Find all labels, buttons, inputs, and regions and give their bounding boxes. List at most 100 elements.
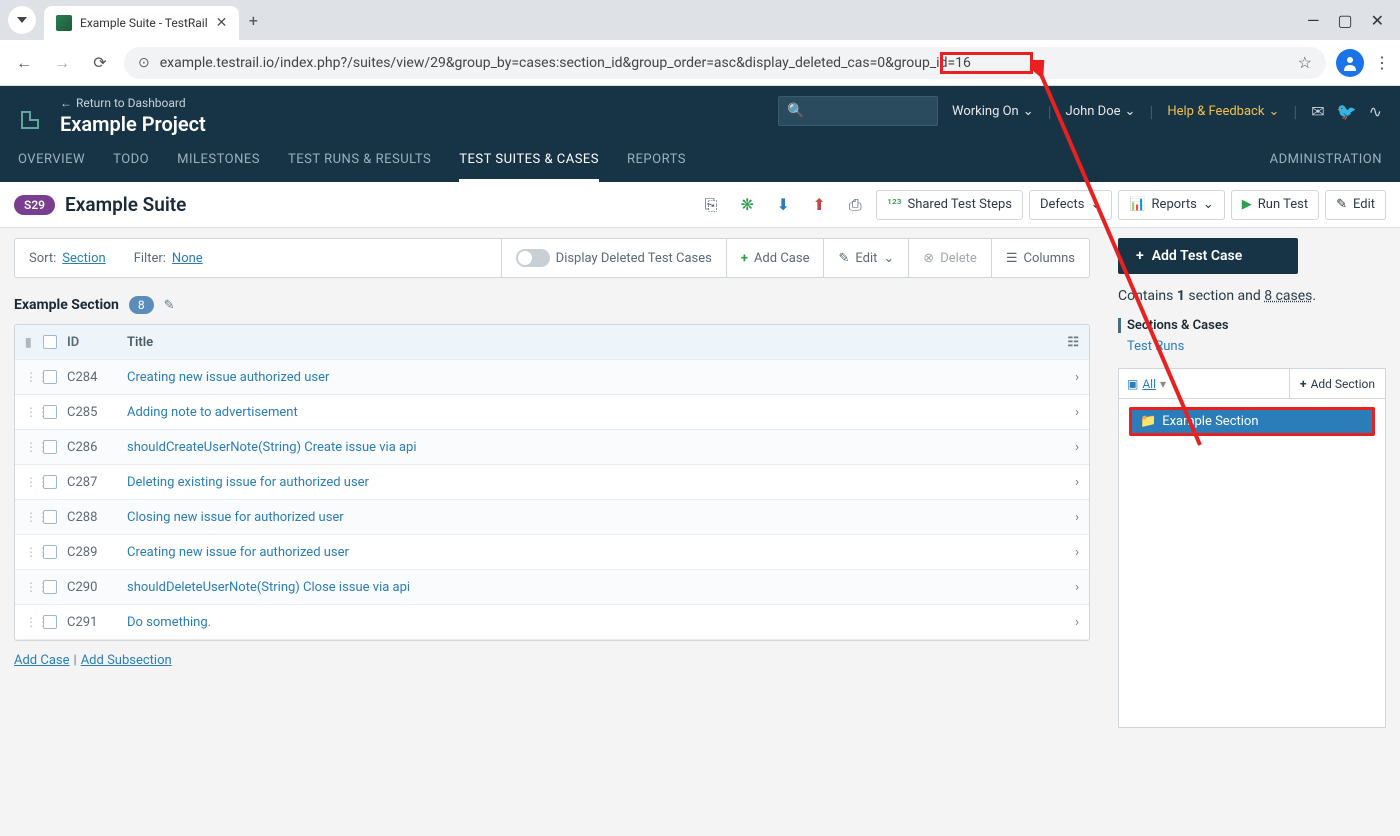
row-chevron-icon[interactable]: › (1059, 545, 1079, 560)
case-title-link[interactable]: Deleting existing issue for authorized u… (127, 475, 1049, 490)
all-sections-link[interactable]: All (1142, 377, 1156, 391)
return-dashboard-link[interactable]: ← Return to Dashboard (60, 96, 206, 110)
row-checkbox[interactable] (43, 510, 57, 524)
columns-action[interactable]: ☰ Columns (991, 239, 1089, 277)
sidebar-tab-sections[interactable]: Sections & Cases (1118, 318, 1386, 333)
table-row[interactable]: ⋮⋮C286shouldCreateUserNote(String) Creat… (15, 430, 1089, 465)
copy-icon[interactable]: ⎘ (696, 190, 726, 220)
edit-section-icon[interactable]: ✎ (164, 298, 175, 313)
back-button[interactable]: ← (10, 49, 38, 77)
tab-milestones[interactable]: MILESTONES (177, 142, 260, 182)
rss-icon[interactable]: ∿ (1369, 102, 1382, 121)
tab-runs[interactable]: TEST RUNS & RESULTS (288, 142, 431, 182)
delete-action[interactable]: ⊗ Delete (908, 239, 991, 277)
table-row[interactable]: ⋮⋮C290shouldDeleteUserNote(String) Close… (15, 570, 1089, 605)
reload-button[interactable]: ⟳ (86, 49, 114, 77)
drag-handle-icon[interactable]: ⋮⋮ (25, 475, 33, 489)
search-input[interactable]: 🔍 (778, 96, 938, 126)
title-header[interactable]: Title (127, 335, 1049, 350)
tab-todo[interactable]: TODO (113, 142, 149, 182)
row-checkbox[interactable] (43, 405, 57, 419)
bookmark-icon[interactable]: ☆ (1298, 53, 1312, 72)
defects-dropdown[interactable]: Defects ⌄ (1029, 190, 1112, 220)
drag-handle-icon[interactable]: ⋮⋮ (25, 580, 33, 594)
row-chevron-icon[interactable]: › (1059, 405, 1079, 420)
row-chevron-icon[interactable]: › (1059, 580, 1079, 595)
case-title-link[interactable]: Creating new issue authorized user (127, 370, 1049, 385)
address-bar[interactable]: ⊙ example.testrail.io/index.php?/suites/… (124, 47, 1326, 79)
tree-item-example-section[interactable]: 📁 Example Section (1129, 407, 1375, 436)
select-all-checkbox[interactable] (43, 335, 57, 349)
site-settings-icon[interactable]: ⊙ (138, 55, 150, 71)
add-case-action[interactable]: + Add Case (726, 239, 824, 277)
case-title-link[interactable]: Closing new issue for authorized user (127, 510, 1049, 525)
drag-handle-icon[interactable]: ⋮⋮ (25, 510, 33, 524)
case-title-link[interactable]: Adding note to advertisement (127, 405, 1049, 420)
row-checkbox[interactable] (43, 475, 57, 489)
columns-menu-icon[interactable]: ☷ (1059, 335, 1079, 350)
id-header[interactable]: ID (67, 335, 117, 350)
sidebar-tab-runs[interactable]: Test Runs (1118, 339, 1386, 354)
row-chevron-icon[interactable]: › (1059, 510, 1079, 525)
import-icon[interactable]: ⬇ (768, 190, 798, 220)
edit-suite-button[interactable]: ✎Edit (1325, 190, 1386, 220)
add-case-link[interactable]: Add Case (14, 653, 70, 668)
export-icon[interactable]: ⬆ (804, 190, 834, 220)
row-chevron-icon[interactable]: › (1059, 475, 1079, 490)
browser-menu-icon[interactable]: ⋮ (1374, 53, 1390, 72)
drag-handle-icon[interactable]: ⋮⋮ (25, 405, 33, 419)
user-dropdown[interactable]: John Doe ⌄ (1066, 104, 1136, 119)
case-title-link[interactable]: shouldDeleteUserNote(String) Close issue… (127, 580, 1049, 595)
case-title-link[interactable]: shouldCreateUserNote(String) Create issu… (127, 440, 1049, 455)
row-chevron-icon[interactable]: › (1059, 370, 1079, 385)
row-checkbox[interactable] (43, 370, 57, 384)
sort-link[interactable]: Section (62, 251, 105, 266)
run-test-button[interactable]: ▶Run Test (1231, 190, 1319, 220)
profile-avatar[interactable] (1336, 49, 1364, 77)
row-chevron-icon[interactable]: › (1059, 615, 1079, 630)
twitter-icon[interactable]: 🐦 (1337, 102, 1357, 121)
table-row[interactable]: ⋮⋮C284Creating new issue authorized user… (15, 360, 1089, 395)
deleted-toggle[interactable] (516, 249, 550, 267)
drag-handle-icon[interactable]: ⋮⋮ (25, 440, 33, 454)
tab-list-dropdown[interactable] (8, 6, 36, 34)
filter-link[interactable]: None (172, 251, 203, 266)
tree-expand-icon[interactable]: ▣ (1127, 377, 1138, 391)
help-feedback-dropdown[interactable]: Help & Feedback ⌄ (1167, 104, 1279, 119)
row-checkbox[interactable] (43, 615, 57, 629)
drag-handle-icon[interactable]: ⋮⋮ (25, 615, 33, 629)
add-test-case-button[interactable]: + Add Test Case (1118, 238, 1298, 274)
close-window-icon[interactable]: ✕ (1371, 11, 1384, 30)
maximize-icon[interactable]: ▢ (1337, 11, 1352, 30)
row-checkbox[interactable] (43, 580, 57, 594)
tab-reports[interactable]: REPORTS (627, 142, 686, 182)
table-row[interactable]: ⋮⋮C289Creating new issue for authorized … (15, 535, 1089, 570)
add-section-button[interactable]: + Add Section (1289, 369, 1385, 398)
tab-overview[interactable]: OVERVIEW (18, 142, 85, 182)
mail-icon[interactable]: ✉ (1311, 102, 1324, 121)
shared-steps-button[interactable]: ¹²³Shared Test Steps (876, 190, 1023, 220)
table-row[interactable]: ⋮⋮C287Deleting existing issue for author… (15, 465, 1089, 500)
table-row[interactable]: ⋮⋮C285Adding note to advertisement› (15, 395, 1089, 430)
tab-suites[interactable]: TEST SUITES & CASES (459, 142, 599, 182)
refresh-icon[interactable]: ❋ (732, 190, 762, 220)
browser-tab[interactable]: Example Suite - TestRail ✕ (44, 6, 239, 40)
new-tab-button[interactable]: + (239, 6, 267, 34)
chevron-down-icon[interactable]: ▾ (1160, 377, 1166, 391)
add-subsection-link[interactable]: Add Subsection (81, 653, 172, 668)
reports-dropdown[interactable]: 📊Reports ⌄ (1118, 190, 1224, 220)
drag-handle-icon[interactable]: ⋮⋮ (25, 370, 33, 384)
minimize-icon[interactable]: — (1307, 11, 1320, 30)
drag-handle-icon[interactable]: ⋮⋮ (25, 545, 33, 559)
forward-button[interactable]: → (48, 49, 76, 77)
tab-administration[interactable]: ADMINISTRATION (1270, 142, 1382, 182)
row-checkbox[interactable] (43, 440, 57, 454)
row-chevron-icon[interactable]: › (1059, 440, 1079, 455)
print-icon[interactable]: ⎙ (840, 190, 870, 220)
working-on-dropdown[interactable]: Working On ⌄ (952, 104, 1034, 119)
row-checkbox[interactable] (43, 545, 57, 559)
tab-close-icon[interactable]: ✕ (216, 15, 228, 31)
edit-dropdown[interactable]: ✎ Edit ⌄ (823, 239, 908, 277)
table-row[interactable]: ⋮⋮C288Closing new issue for authorized u… (15, 500, 1089, 535)
case-title-link[interactable]: Do something. (127, 615, 1049, 630)
